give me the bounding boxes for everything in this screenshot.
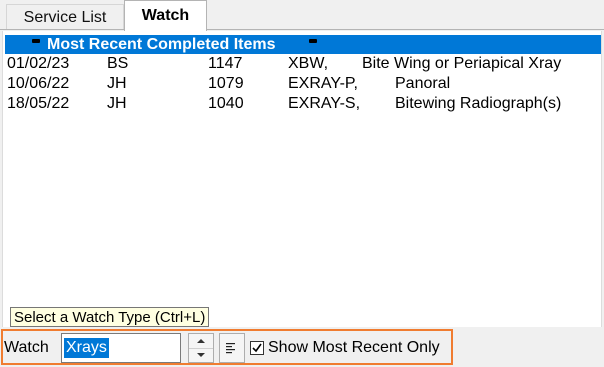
item-number: 1147 bbox=[208, 55, 243, 72]
watch-label: Watch bbox=[4, 339, 49, 356]
item-provider: JH bbox=[107, 75, 127, 92]
dash-icon bbox=[32, 39, 40, 43]
watch-type-tooltip: Select a Watch Type (Ctrl+L) bbox=[10, 307, 210, 327]
item-description: Panoral bbox=[395, 75, 451, 92]
watch-type-input[interactable]: Xrays bbox=[61, 333, 181, 363]
show-most-recent-checkbox[interactable] bbox=[250, 341, 264, 355]
list-item[interactable]: 18/05/22 JH 1040 EXRAY-S, Bitewing Radio… bbox=[3, 94, 599, 114]
tab-divider bbox=[0, 29, 604, 30]
item-number: 1040 bbox=[208, 95, 244, 112]
show-most-recent-label[interactable]: Show Most Recent Only bbox=[268, 339, 440, 357]
watch-panel: Most Recent Completed Items 01/02/23 BS … bbox=[2, 31, 602, 327]
list-header[interactable]: Most Recent Completed Items bbox=[5, 35, 601, 54]
item-description: Bite Wing or Periapical Xray bbox=[362, 55, 562, 72]
item-date: 01/02/23 bbox=[7, 55, 70, 72]
arrow-down-icon bbox=[197, 353, 205, 357]
item-provider: JH bbox=[107, 95, 127, 112]
tab-bar: Service List Watch bbox=[0, 0, 604, 31]
list-item[interactable]: 10/06/22 JH 1079 EXRAY-P, Panoral bbox=[3, 74, 599, 94]
list-options-button[interactable] bbox=[219, 333, 245, 363]
tab-service-list[interactable]: Service List bbox=[6, 4, 124, 30]
item-date: 18/05/22 bbox=[7, 95, 70, 112]
item-code: EXRAY-S, bbox=[288, 95, 361, 112]
item-date: 10/06/22 bbox=[7, 75, 70, 92]
item-description: Bitewing Radiograph(s) bbox=[395, 95, 562, 112]
spin-up-button[interactable] bbox=[189, 334, 213, 349]
watch-type-spinner[interactable] bbox=[188, 333, 214, 363]
align-left-icon bbox=[226, 343, 235, 354]
check-icon bbox=[252, 343, 262, 353]
dash-icon bbox=[309, 39, 317, 43]
item-code: XBW, bbox=[288, 55, 329, 72]
tab-watch[interactable]: Watch bbox=[124, 0, 207, 31]
recent-items-list: 01/02/23 BS 1147 XBW, Bite Wing or Peria… bbox=[3, 54, 599, 114]
item-code: EXRAY-P, bbox=[288, 75, 358, 92]
item-provider: BS bbox=[107, 55, 129, 72]
spin-down-button[interactable] bbox=[189, 348, 213, 362]
arrow-up-icon bbox=[197, 339, 205, 343]
list-header-title: Most Recent Completed Items bbox=[47, 36, 276, 53]
list-item[interactable]: 01/02/23 BS 1147 XBW, Bite Wing or Peria… bbox=[3, 54, 599, 74]
watch-type-value: Xrays bbox=[64, 338, 109, 358]
item-number: 1079 bbox=[208, 75, 244, 92]
